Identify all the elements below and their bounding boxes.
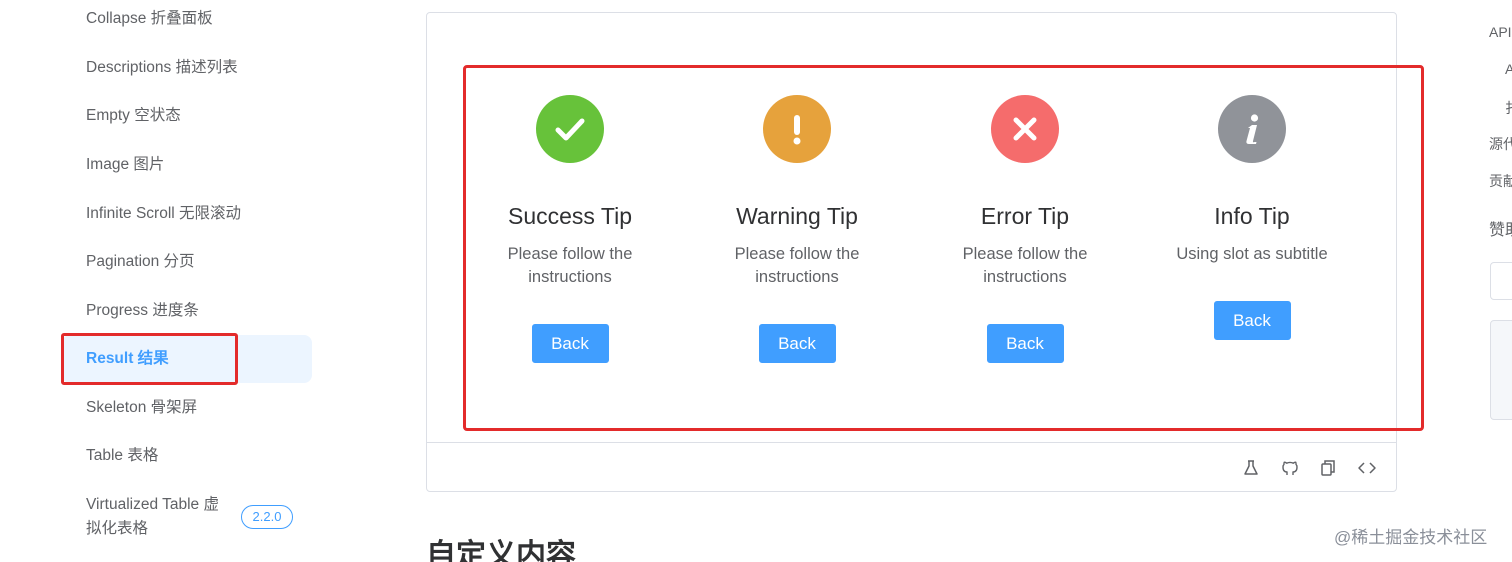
- toc-sponsor-heading: 赞助: [1489, 222, 1512, 239]
- playground-flask-icon[interactable]: [1241, 458, 1261, 478]
- toc-item-sub-b[interactable]: 扌: [1505, 98, 1512, 118]
- sidebar-item-descriptions[interactable]: Descriptions 描述列表: [86, 56, 238, 80]
- sidebar-item-collapse[interactable]: Collapse 折叠面板: [86, 7, 213, 31]
- highlight-box-results: [463, 65, 1424, 431]
- sidebar-item-image[interactable]: Image 图片: [86, 153, 164, 177]
- demo-toolbar: [427, 442, 1396, 492]
- sidebar-item-infinite-scroll[interactable]: Infinite Scroll 无限滚动: [86, 202, 241, 226]
- code-icon[interactable]: [1357, 458, 1377, 478]
- sidebar-item-virtualized-table-line2[interactable]: 拟化表格: [86, 517, 148, 541]
- github-icon[interactable]: [1280, 458, 1300, 478]
- highlight-box-sidebar: [61, 333, 238, 385]
- sidebar-nav: Collapse 折叠面板 Descriptions 描述列表 Empty 空状…: [0, 0, 330, 562]
- sidebar-item-pagination[interactable]: Pagination 分页: [86, 250, 195, 274]
- watermark-text: @稀土掘金技术社区: [1334, 528, 1488, 547]
- sidebar-item-table[interactable]: Table 表格: [86, 444, 158, 468]
- toc-item-source[interactable]: 源代: [1489, 134, 1512, 154]
- sidebar-item-skeleton[interactable]: Skeleton 骨架屏: [86, 396, 197, 420]
- sponsor-banner[interactable]: [1490, 320, 1512, 420]
- toc-item-contributors[interactable]: 贡献: [1489, 171, 1512, 191]
- section-heading: 自定义内容: [426, 539, 576, 562]
- sidebar-item-progress[interactable]: Progress 进度条: [86, 299, 199, 323]
- toc-item-sub-a[interactable]: A: [1505, 61, 1512, 77]
- toc-item-api[interactable]: API: [1489, 24, 1512, 40]
- copy-icon[interactable]: [1318, 458, 1338, 478]
- sidebar-item-empty[interactable]: Empty 空状态: [86, 104, 181, 128]
- version-badge: 2.2.0: [241, 505, 293, 529]
- sidebar-item-virtualized-table-line1[interactable]: Virtualized Table 虚: [86, 493, 219, 517]
- sponsor-card[interactable]: [1490, 262, 1512, 300]
